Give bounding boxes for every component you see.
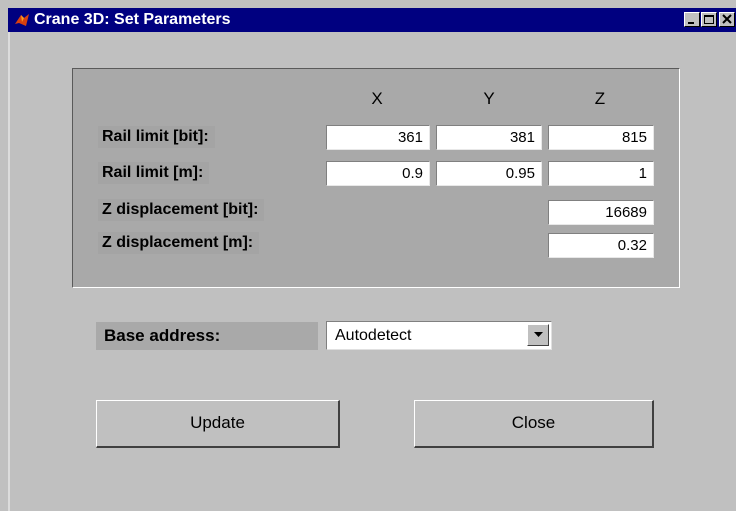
rail-limit-m-y-field[interactable]: 0.95 <box>436 161 542 186</box>
column-header-y: Y <box>483 89 495 108</box>
update-button[interactable]: Update <box>96 400 340 448</box>
window-title: Crane 3D: Set Parameters <box>34 11 231 28</box>
rail-limit-bit-z-field[interactable]: 815 <box>548 125 654 150</box>
rail-limit-bit-x-field[interactable]: 361 <box>326 125 430 150</box>
dialog-window: Crane 3D: Set Parameters X Y Z Rail limi… <box>0 0 736 511</box>
maximize-icon <box>704 15 714 24</box>
chevron-down-icon <box>534 332 543 337</box>
maximize-button[interactable] <box>701 12 717 27</box>
z-displacement-m-field[interactable]: 0.32 <box>548 233 654 258</box>
close-icon <box>722 14 732 24</box>
z-displacement-m-label: Z displacement [m]: <box>98 232 260 254</box>
dropdown-button[interactable] <box>527 324 549 346</box>
minimize-button[interactable] <box>684 12 700 27</box>
z-displacement-bit-label: Z displacement [bit]: <box>98 199 265 221</box>
close-window-button[interactable] <box>719 12 735 27</box>
title-bar[interactable]: Crane 3D: Set Parameters <box>8 8 736 32</box>
close-button[interactable]: Close <box>414 400 654 448</box>
rail-limit-bit-label: Rail limit [bit]: <box>98 126 215 148</box>
base-address-label: Base address: <box>96 322 318 350</box>
rail-limit-m-label: Rail limit [m]: <box>98 162 210 184</box>
column-header-x: X <box>371 89 383 108</box>
column-header-z: Z <box>594 89 606 108</box>
base-address-select[interactable]: Autodetect <box>326 321 552 350</box>
window-edge <box>8 32 10 511</box>
rail-limit-m-x-field[interactable]: 0.9 <box>326 161 430 186</box>
rail-limit-m-z-field[interactable]: 1 <box>548 161 654 186</box>
rail-limit-bit-y-field[interactable]: 381 <box>436 125 542 150</box>
minimize-icon <box>688 22 694 24</box>
matlab-icon <box>14 12 30 28</box>
z-displacement-bit-field[interactable]: 16689 <box>548 200 654 225</box>
base-address-value: Autodetect <box>335 327 412 344</box>
